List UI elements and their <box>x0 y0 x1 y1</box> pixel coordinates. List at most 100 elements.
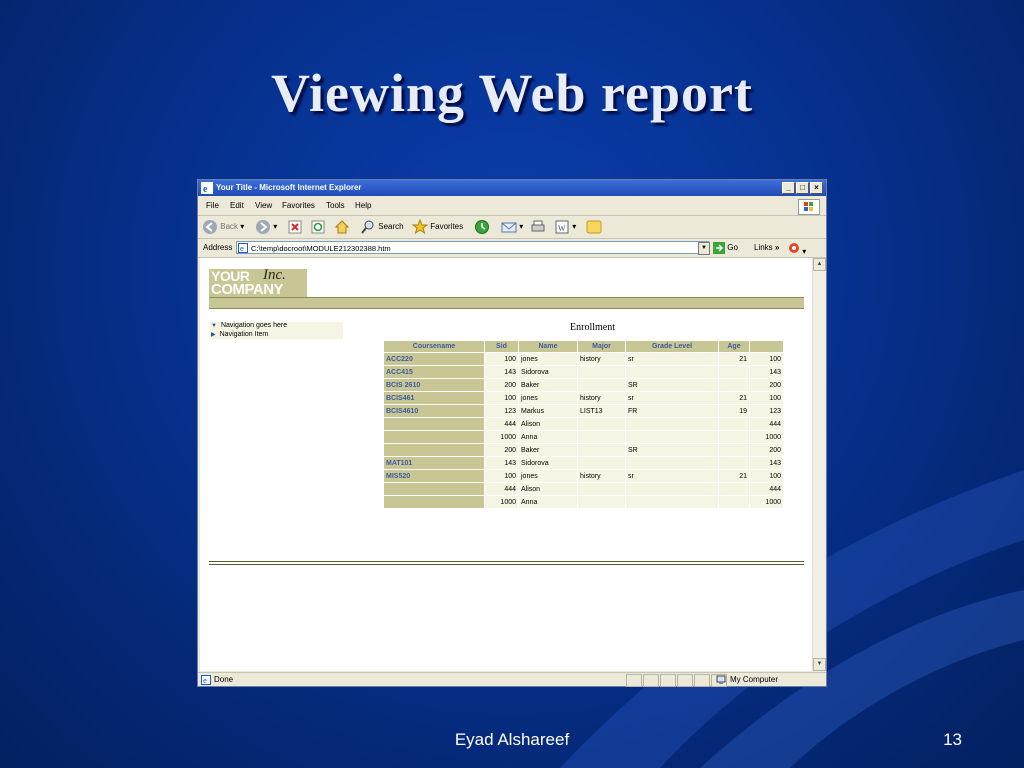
tools-extension-icon[interactable]: ▾ <box>788 242 806 256</box>
edit-button[interactable]: W ▾ <box>554 219 576 235</box>
course-name-cell[interactable]: ACC415 <box>384 366 484 378</box>
table-cell: sr <box>626 470 718 482</box>
close-button[interactable]: × <box>810 182 823 194</box>
table-cell: 100 <box>750 353 783 365</box>
scroll-down-icon[interactable]: ▼ <box>813 658 826 671</box>
history-button[interactable] <box>474 219 490 235</box>
page-viewport: YOUR Inc. COMPANY ▼ Navigation goes here … <box>200 258 812 671</box>
menu-view[interactable]: View <box>255 201 272 210</box>
table-row: ACC415 143 Sidorova 143 <box>384 366 783 378</box>
table-cell <box>578 457 625 469</box>
go-button[interactable]: Go <box>713 242 738 254</box>
mail-button[interactable]: ▾ <box>501 219 523 235</box>
address-input[interactable]: C:\temp\docroot\MODULE212302388.htm <box>236 241 709 254</box>
table-cell: 21 <box>719 353 749 365</box>
status-page-icon: e <box>201 675 211 690</box>
refresh-button[interactable] <box>311 219 325 235</box>
table-cell: sr <box>626 353 718 365</box>
table-cell <box>626 483 718 495</box>
table-row: MAT101 143 Sidorova 143 <box>384 457 783 469</box>
column-header: Name <box>519 341 577 352</box>
table-cell: 444 <box>485 483 518 495</box>
table-cell <box>578 444 625 456</box>
table-cell: LIST13 <box>578 405 625 417</box>
nav-item-heading[interactable]: ▼ Navigation goes here <box>211 322 287 329</box>
maximize-button[interactable]: □ <box>796 182 809 194</box>
menu-edit[interactable]: Edit <box>230 201 244 210</box>
window-title: Your Title - Microsoft Internet Explorer <box>216 183 362 192</box>
table-cell <box>719 379 749 391</box>
triangle-down-icon: ▼ <box>211 323 217 329</box>
home-button[interactable] <box>334 219 350 235</box>
windows-flag-icon <box>798 199 820 215</box>
table-cell: SR <box>626 379 718 391</box>
forward-button[interactable]: ▾ <box>255 219 277 235</box>
table-cell: jones <box>519 353 577 365</box>
slide-title: Viewing Web report <box>271 63 753 123</box>
table-cell: 1000 <box>750 431 783 443</box>
table-cell: Sidorova <box>519 457 577 469</box>
course-name-cell[interactable]: MAT101 <box>384 457 484 469</box>
table-row: 444 Alison 444 <box>384 483 783 495</box>
course-name-cell[interactable]: BCIS461 <box>384 392 484 404</box>
favorites-button[interactable]: Favorites <box>411 218 464 235</box>
print-button[interactable] <box>530 219 546 235</box>
table-cell: history <box>578 353 625 365</box>
address-label: Address <box>203 243 233 252</box>
table-cell <box>578 366 625 378</box>
favorites-label: Favorites <box>430 222 464 232</box>
course-name-cell[interactable]: ACC220 <box>384 353 484 365</box>
column-header: Age <box>719 341 749 352</box>
table-row: 1000 Anna 1000 <box>384 431 783 443</box>
table-cell: 123 <box>485 405 518 417</box>
vertical-scrollbar[interactable]: ▲ ▼ <box>812 258 826 671</box>
course-name-cell <box>384 418 484 430</box>
menu-favorites[interactable]: Favorites <box>282 201 315 210</box>
column-header: Major <box>578 341 625 352</box>
ie-logo-icon: e <box>201 182 213 194</box>
course-name-cell[interactable]: MIS520 <box>384 470 484 482</box>
table-cell <box>719 431 749 443</box>
table-cell: 100 <box>485 392 518 404</box>
table-cell: 100 <box>485 470 518 482</box>
column-header: Coursename <box>384 341 484 352</box>
menu-bar: File Edit View Favorites Tools Help <box>198 197 826 216</box>
title-bar[interactable]: e Your Title - Microsoft Internet Explor… <box>198 180 826 196</box>
table-cell: 200 <box>750 444 783 456</box>
mail-icon <box>501 222 517 233</box>
search-button[interactable]: Search <box>360 219 404 235</box>
refresh-icon <box>311 220 325 234</box>
table-cell <box>626 431 718 443</box>
messenger-button[interactable] <box>586 219 602 235</box>
table-cell: history <box>578 470 625 482</box>
stop-button[interactable] <box>288 219 302 235</box>
table-cell <box>719 457 749 469</box>
links-button[interactable]: Links » <box>754 243 779 252</box>
table-cell <box>719 483 749 495</box>
back-button[interactable]: Back ▾ <box>202 219 244 235</box>
table-cell: 200 <box>485 444 518 456</box>
course-name-cell[interactable]: BCIS 2610 <box>384 379 484 391</box>
scroll-up-icon[interactable]: ▲ <box>813 258 826 271</box>
table-cell: jones <box>519 392 577 404</box>
menu-file[interactable]: File <box>206 201 219 210</box>
stop-icon <box>288 220 302 234</box>
minimize-button[interactable]: _ <box>782 182 795 194</box>
go-arrow-icon <box>713 242 725 254</box>
table-row: BCIS4610 123 Markus LIST13 FR 19 123 <box>384 405 783 417</box>
table-cell: Sidorova <box>519 366 577 378</box>
table-cell: FR <box>626 405 718 417</box>
table-row: ACC220 100 jones history sr 21 100 <box>384 353 783 365</box>
company-logo: YOUR Inc. COMPANY <box>209 269 307 297</box>
table-row: 444 Alison 444 <box>384 418 783 430</box>
table-cell: 143 <box>485 366 518 378</box>
table-cell: 444 <box>750 483 783 495</box>
nav-item-link[interactable]: ▶ Navigation Item <box>211 331 268 338</box>
menu-tools[interactable]: Tools <box>326 201 345 210</box>
table-cell: 19 <box>719 405 749 417</box>
menu-help[interactable]: Help <box>355 201 371 210</box>
table-cell: Anna <box>519 431 577 443</box>
address-dropdown-arrow-icon[interactable]: ▼ <box>698 242 710 255</box>
zone-text: My Computer <box>730 675 779 684</box>
course-name-cell[interactable]: BCIS4610 <box>384 405 484 417</box>
